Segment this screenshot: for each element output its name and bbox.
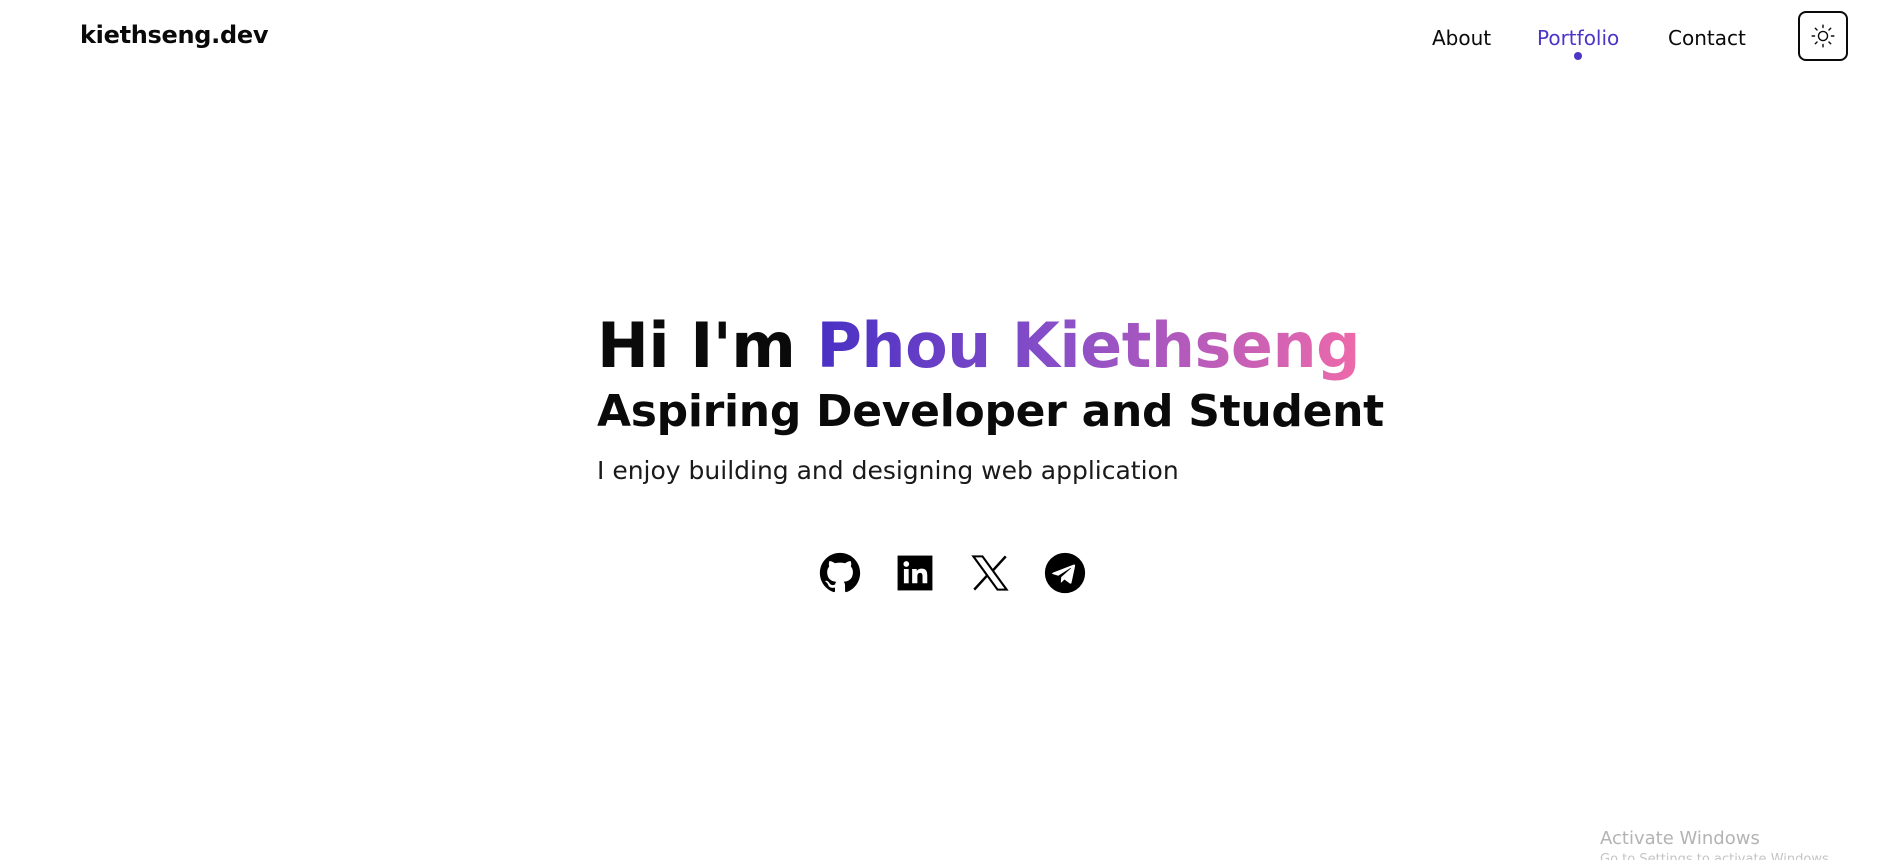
active-nav-indicator bbox=[1574, 52, 1582, 60]
x-link[interactable] bbox=[969, 552, 1011, 594]
x-icon bbox=[969, 552, 1011, 594]
linkedin-icon bbox=[896, 554, 934, 592]
activate-windows-subtitle: Go to Settings to activate Windows. bbox=[1600, 852, 1833, 860]
sun-icon bbox=[1810, 23, 1836, 49]
theme-toggle-button[interactable] bbox=[1798, 11, 1848, 61]
activate-windows-title: Activate Windows bbox=[1600, 828, 1760, 849]
github-link[interactable] bbox=[819, 552, 861, 594]
hero-greeting: Hi I'm bbox=[597, 309, 796, 382]
hero-title: Hi I'm Phou Kiethseng bbox=[597, 306, 1360, 386]
hero-name: Phou Kiethseng bbox=[816, 309, 1360, 382]
site-header: kiethseng.dev About Portfolio Contact bbox=[0, 0, 1900, 76]
hero-description: I enjoy building and designing web appli… bbox=[597, 456, 1179, 485]
main-nav: About Portfolio Contact bbox=[0, 26, 1900, 66]
github-icon bbox=[819, 552, 861, 594]
hero-subtitle: Aspiring Developer and Student bbox=[597, 386, 1384, 437]
linkedin-link[interactable] bbox=[894, 552, 936, 594]
nav-link-portfolio[interactable]: Portfolio bbox=[1537, 26, 1619, 50]
telegram-link[interactable] bbox=[1044, 552, 1086, 594]
nav-link-about[interactable]: About bbox=[1432, 26, 1491, 50]
nav-link-contact[interactable]: Contact bbox=[1668, 26, 1746, 50]
telegram-icon bbox=[1044, 552, 1086, 594]
page: kiethseng.dev About Portfolio Contact Hi… bbox=[0, 0, 1900, 860]
